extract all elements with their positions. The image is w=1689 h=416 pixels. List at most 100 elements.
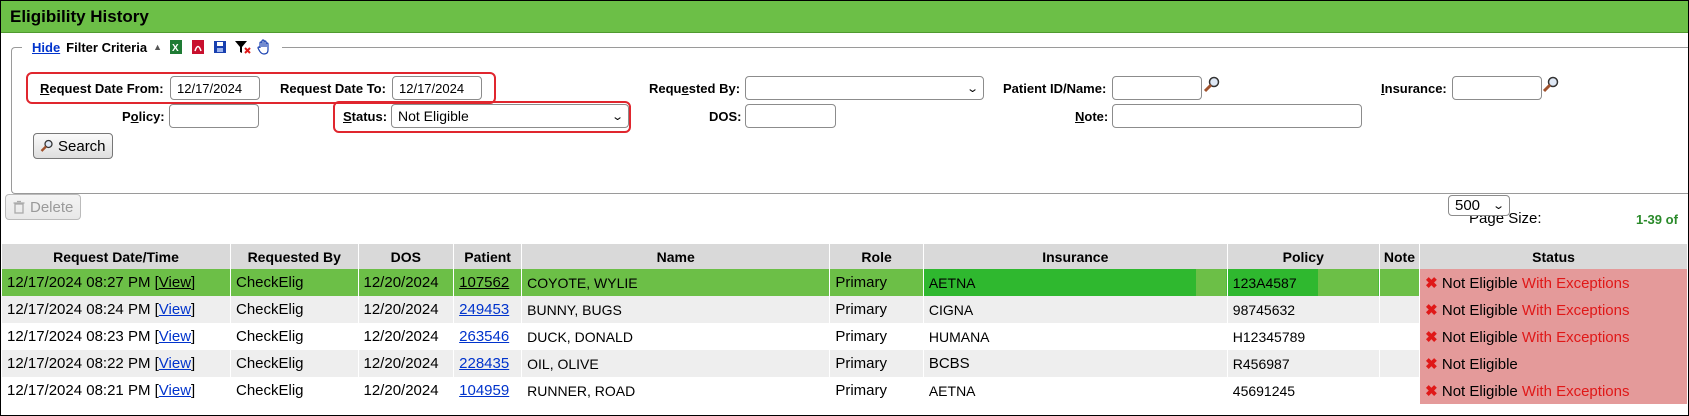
exceptions-text: With Exceptions bbox=[1521, 328, 1630, 346]
table-row[interactable]: 12/17/2024 08:27 PM [View] CheckElig 12/… bbox=[2, 269, 1688, 296]
role-cell: Primary bbox=[829, 323, 924, 350]
policy-cell: H12345789 bbox=[1227, 323, 1380, 350]
table-row[interactable]: 12/17/2024 08:23 PM [View] CheckElig 12/… bbox=[2, 323, 1688, 350]
datetime-text: 12/17/2024 08:24 PM bbox=[7, 301, 151, 318]
column-header[interactable]: Role bbox=[829, 244, 924, 269]
trash-icon bbox=[12, 200, 26, 214]
role-cell: Primary bbox=[829, 269, 924, 296]
datetime-text: 12/17/2024 08:27 PM bbox=[7, 274, 151, 291]
dos-input[interactable] bbox=[745, 104, 836, 128]
status-select[interactable]: Not Eligible ⌄ bbox=[391, 104, 629, 128]
status-cell: ✖ Not Eligible With Exceptions bbox=[1419, 296, 1688, 323]
patient-input[interactable] bbox=[1112, 76, 1202, 100]
note-cell bbox=[1379, 350, 1421, 377]
policy-label: Policy: bbox=[122, 109, 165, 124]
magnifier-icon[interactable] bbox=[1203, 76, 1220, 93]
view-link[interactable]: View bbox=[159, 328, 191, 345]
pdf-icon[interactable] bbox=[190, 39, 206, 55]
status-text: Not Eligible bbox=[1441, 355, 1518, 373]
chevron-down-icon: ⌄ bbox=[965, 82, 979, 95]
column-header[interactable]: Status bbox=[1419, 244, 1688, 269]
search-button[interactable]: Search bbox=[33, 133, 113, 159]
record-range: 1-39 of bbox=[1636, 212, 1678, 227]
label-text: Requ bbox=[649, 81, 682, 96]
column-header[interactable]: Name bbox=[521, 244, 831, 269]
hand-icon[interactable] bbox=[256, 39, 272, 55]
label-text: tatus: bbox=[351, 109, 388, 124]
collapse-arrow-icon[interactable]: ▲ bbox=[153, 42, 162, 52]
input-value: 12/17/2024 bbox=[177, 80, 243, 96]
status-text: Not Eligible bbox=[1441, 301, 1518, 319]
requested-by-cell: CheckElig bbox=[230, 350, 359, 377]
table-row[interactable]: 12/17/2024 08:22 PM [View] CheckElig 12/… bbox=[2, 350, 1688, 377]
patient-link[interactable]: 263546 bbox=[459, 328, 509, 345]
requested-by-select[interactable]: ⌄ bbox=[745, 76, 984, 100]
select-value: 500 bbox=[1455, 197, 1481, 214]
insurance-input[interactable] bbox=[1452, 76, 1542, 100]
status-label: Status: bbox=[343, 109, 387, 124]
note-cell bbox=[1379, 269, 1421, 296]
patient-cell: 249453 bbox=[453, 296, 523, 323]
patient-link[interactable]: 228435 bbox=[459, 355, 509, 372]
view-link[interactable]: View bbox=[159, 355, 191, 372]
datetime-text: 12/17/2024 08:22 PM bbox=[7, 355, 151, 372]
patient-link[interactable]: 107562 bbox=[459, 274, 509, 291]
request-date-from-input[interactable]: 12/17/2024 bbox=[170, 76, 260, 100]
view-link[interactable]: View bbox=[159, 382, 191, 399]
label-accesskey: e bbox=[681, 81, 689, 96]
column-header[interactable]: Note bbox=[1379, 244, 1421, 269]
column-header[interactable]: Request Date/Time bbox=[2, 244, 231, 269]
role-cell: Primary bbox=[829, 296, 924, 323]
filter-panel bbox=[11, 47, 1688, 194]
label-text: licy: bbox=[138, 109, 165, 124]
delete-button[interactable]: Delete bbox=[5, 194, 81, 220]
table-row[interactable]: 12/17/2024 08:24 PM [View] CheckElig 12/… bbox=[2, 296, 1688, 323]
patient-link[interactable]: 104959 bbox=[459, 382, 509, 399]
hide-filter-link[interactable]: Hide bbox=[32, 40, 60, 55]
page-title: Eligibility History bbox=[10, 7, 149, 26]
patient-cell: 263546 bbox=[453, 323, 523, 350]
page-size-select[interactable]: 500 ⌄ bbox=[1448, 195, 1510, 216]
requested-by-cell: CheckElig bbox=[230, 296, 359, 323]
label-accesskey: N bbox=[1075, 109, 1085, 124]
column-header[interactable]: Policy bbox=[1227, 244, 1380, 269]
role-cell: Primary bbox=[829, 377, 924, 404]
name-cell: COYOTE, WYLIE bbox=[521, 269, 831, 296]
x-icon: ✖ bbox=[1425, 382, 1438, 400]
view-link[interactable]: View bbox=[159, 274, 191, 291]
column-header[interactable]: Patient bbox=[453, 244, 523, 269]
requested-by-cell: CheckElig bbox=[230, 269, 359, 296]
note-label: Note: bbox=[1075, 109, 1108, 124]
note-input[interactable] bbox=[1112, 104, 1362, 128]
filter-legend: Hide Filter Criteria ▲ X bbox=[22, 37, 283, 57]
request-date-to-input[interactable]: 12/17/2024 bbox=[392, 76, 482, 100]
policy-input[interactable] bbox=[169, 104, 259, 128]
column-header[interactable]: DOS bbox=[358, 244, 455, 269]
patient-cell: 107562 bbox=[453, 269, 523, 296]
save-icon[interactable] bbox=[212, 39, 228, 55]
status-cell: ✖ Not Eligible With Exceptions bbox=[1419, 377, 1688, 404]
datetime-text: 12/17/2024 08:21 PM bbox=[7, 382, 151, 399]
magnifier-icon[interactable] bbox=[1542, 76, 1559, 93]
title-bar: Eligibility History bbox=[1, 1, 1688, 33]
label-text: nsurance: bbox=[1384, 81, 1447, 96]
x-icon: ✖ bbox=[1425, 301, 1438, 319]
dos-cell: 12/20/2024 bbox=[358, 350, 455, 377]
table-row[interactable]: 12/17/2024 08:21 PM [View] CheckElig 12/… bbox=[2, 377, 1688, 404]
clear-filter-icon[interactable] bbox=[234, 39, 251, 55]
policy-cell: 123A4587 bbox=[1227, 269, 1380, 296]
requested-by-cell: CheckElig bbox=[230, 323, 359, 350]
name-cell: OIL, OLIVE bbox=[521, 350, 831, 377]
column-header[interactable]: Requested By bbox=[230, 244, 359, 269]
status-text: Not Eligible bbox=[1441, 328, 1518, 346]
delete-button-label: Delete bbox=[30, 198, 74, 216]
excel-icon[interactable]: X bbox=[168, 39, 184, 55]
chevron-down-icon: ⌄ bbox=[1491, 200, 1505, 212]
dos-cell: 12/20/2024 bbox=[358, 296, 455, 323]
column-header[interactable]: Insurance bbox=[923, 244, 1228, 269]
view-link[interactable]: View bbox=[159, 301, 191, 318]
label-accesskey: S bbox=[343, 109, 352, 124]
patient-link[interactable]: 249453 bbox=[459, 301, 509, 318]
datetime-cell: 12/17/2024 08:27 PM [View] bbox=[2, 269, 231, 296]
status-text: Not Eligible bbox=[1441, 274, 1518, 292]
